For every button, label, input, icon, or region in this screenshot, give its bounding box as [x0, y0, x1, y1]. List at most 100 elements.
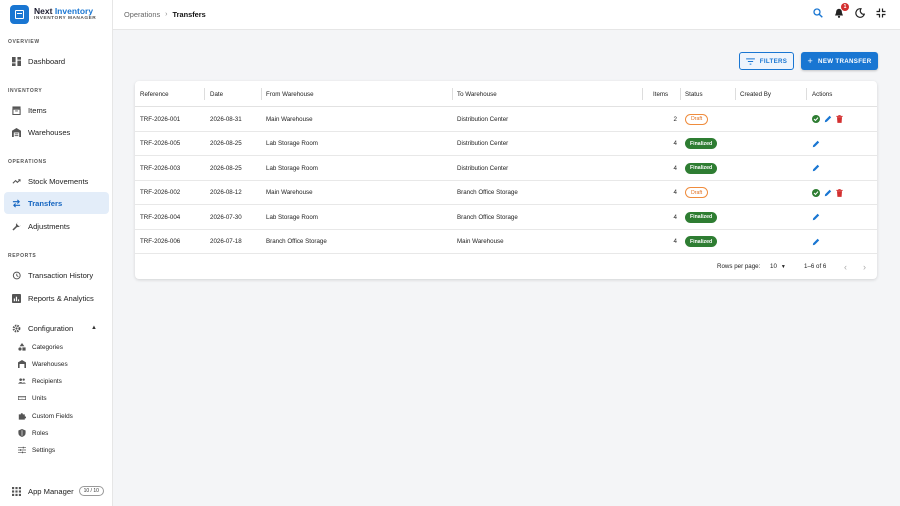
column-header-from-warehouse[interactable]: From Warehouse: [266, 81, 314, 107]
column-header-date[interactable]: Date: [210, 81, 223, 107]
table-row[interactable]: TRF-2026-006 2026-07-18 Branch Office Stor…: [135, 230, 877, 254]
table-row[interactable]: TRF-2026-003 2026-08-25 Lab Storage Room Di…: [135, 156, 877, 181]
notifications-bell-icon[interactable]: 1: [834, 3, 849, 18]
history-icon: [12, 271, 21, 280]
app-count-badge: 10 / 10: [78, 486, 104, 496]
cell-items: 4: [673, 164, 677, 172]
sidebar-subitem-roles[interactable]: Roles: [18, 426, 48, 440]
next-page-icon[interactable]: ›: [863, 262, 866, 272]
ruler-icon: [18, 394, 26, 402]
breadcrumb: Operations › Transfers: [124, 10, 206, 19]
fullscreen-exit-icon[interactable]: [876, 8, 886, 18]
cell-from-warehouse: Main Warehouse: [266, 115, 313, 123]
rows-per-page-select[interactable]: 10 ▼: [770, 263, 786, 270]
edit-pencil-icon[interactable]: [812, 213, 820, 221]
sidebar-item-items[interactable]: Items: [4, 99, 109, 121]
sidebar: Next Inventory INVENTORY MANAGER OVERVIE…: [0, 0, 113, 506]
sidebar-item-label: App Manager: [28, 486, 74, 496]
sidebar-subitem-custom-fields[interactable]: Custom Fields: [18, 409, 73, 423]
delete-trash-icon[interactable]: [836, 188, 843, 197]
finalize-check-icon[interactable]: [812, 188, 820, 197]
section-inventory: INVENTORY: [8, 88, 43, 94]
sidebar-item-warehouses[interactable]: Warehouses: [4, 121, 109, 143]
cell-date: 2026-07-18: [210, 238, 242, 245]
edit-pencil-icon[interactable]: [812, 140, 820, 148]
cell-from-warehouse: Lab Storage Room: [266, 213, 318, 221]
sidebar-item-dashboard[interactable]: Dashboard: [4, 50, 109, 72]
filters-button[interactable]: FILTERS: [739, 52, 794, 70]
people-icon: [18, 377, 26, 385]
cell-to-warehouse: Distribution Center: [457, 140, 509, 147]
chevron-up-icon[interactable]: ▲: [91, 325, 97, 331]
cell-to-warehouse: Branch Office Storage: [457, 189, 518, 196]
column-divider[interactable]: [452, 88, 453, 100]
previous-page-icon[interactable]: ‹: [844, 262, 847, 272]
pagination-range: 1–6 of 6: [804, 263, 827, 270]
column-divider[interactable]: [642, 88, 643, 100]
sidebar-item-reports-analytics[interactable]: Reports & Analytics: [4, 287, 109, 309]
column-header-created-by[interactable]: Created By: [740, 81, 771, 107]
sidebar-item-transfers[interactable]: Transfers: [4, 192, 109, 214]
cell-actions: [812, 107, 843, 131]
cell-actions: [812, 230, 820, 254]
analytics-icon: [12, 293, 21, 303]
sidebar-subitem-warehouses[interactable]: Warehouses: [18, 357, 68, 371]
table-pagination: Rows per page: 10 ▼ 1–6 of 6 ‹ ›: [135, 254, 877, 279]
sidebar-subitem-settings[interactable]: Settings: [18, 443, 55, 457]
sidebar-item-label: Dashboard: [28, 56, 66, 66]
sidebar-subitem-units[interactable]: Units: [18, 391, 47, 405]
cell-reference: TRF-2026-001: [140, 115, 181, 123]
cell-reference: TRF-2026-006: [140, 238, 181, 245]
swap-arrows-icon: [12, 199, 21, 208]
section-overview: OVERVIEW: [8, 39, 40, 45]
dark-mode-moon-icon[interactable]: [855, 8, 865, 18]
column-divider[interactable]: [735, 88, 736, 100]
sidebar-subitem-categories[interactable]: Categories: [18, 340, 63, 354]
edit-pencil-icon[interactable]: [812, 164, 820, 172]
rows-per-page-value: 10: [770, 263, 777, 270]
status-badge: Draft: [685, 113, 709, 125]
table-row[interactable]: TRF-2026-005 2026-08-25 Lab Storage Room Di…: [135, 132, 877, 156]
table-row[interactable]: TRF-2026-004 2026-07-30 Lab Storage Room Br…: [135, 205, 877, 230]
delete-trash-icon[interactable]: [836, 115, 843, 123]
column-header-to-warehouse[interactable]: To Warehouse: [457, 81, 497, 107]
sidebar-item-stock-movements[interactable]: Stock Movements: [4, 170, 109, 192]
sidebar-item-adjustments[interactable]: Adjustments: [4, 215, 109, 237]
sidebar-item-transaction-history[interactable]: Transaction History: [4, 264, 109, 286]
cell-from-warehouse: Lab Storage Room: [266, 140, 318, 147]
cell-items: 4: [673, 140, 677, 147]
brand[interactable]: Next Inventory INVENTORY MANAGER: [10, 5, 96, 24]
page-title: Transfers: [172, 10, 206, 19]
finalize-check-icon[interactable]: [812, 115, 820, 123]
dashboard-icon: [12, 56, 21, 66]
column-header-items[interactable]: Items: [653, 81, 668, 107]
column-divider[interactable]: [806, 88, 807, 100]
column-divider[interactable]: [680, 88, 681, 100]
column-divider[interactable]: [204, 88, 205, 100]
sidebar-item-configuration[interactable]: Configuration ▲: [4, 317, 109, 339]
inventory-box-icon: [12, 105, 21, 115]
column-header-reference[interactable]: Reference: [140, 81, 169, 107]
sidebar-item-label: Warehouses: [32, 360, 68, 368]
sidebar-item-app-manager[interactable]: App Manager 10 / 10: [4, 480, 109, 502]
new-transfer-button[interactable]: + NEW TRANSFER: [801, 52, 878, 70]
breadcrumb-separator: ›: [165, 11, 168, 18]
breadcrumb-operations[interactable]: Operations: [124, 10, 160, 19]
edit-pencil-icon[interactable]: [812, 238, 820, 246]
table-row[interactable]: TRF-2026-001 2026-08-31 Main Warehouse Dist…: [135, 107, 877, 132]
sidebar-item-label: Stock Movements: [28, 176, 89, 186]
cell-from-warehouse: Lab Storage Room: [266, 164, 318, 172]
sidebar-subitem-recipients[interactable]: Recipients: [18, 374, 62, 388]
column-divider[interactable]: [261, 88, 262, 100]
status-badge: Draft: [685, 187, 709, 198]
status-badge: Finalized: [685, 236, 718, 247]
column-header-status[interactable]: Status: [685, 81, 703, 107]
search-icon[interactable]: [813, 8, 823, 18]
warehouse-icon: [18, 360, 26, 368]
cell-from-warehouse: Main Warehouse: [266, 189, 313, 196]
edit-pencil-icon[interactable]: [824, 115, 832, 123]
cell-to-warehouse: Main Warehouse: [457, 238, 504, 245]
table-row[interactable]: TRF-2026-002 2026-08-12 Main Warehouse Bran…: [135, 181, 877, 205]
cell-actions: [812, 205, 820, 229]
edit-pencil-icon[interactable]: [824, 189, 832, 197]
